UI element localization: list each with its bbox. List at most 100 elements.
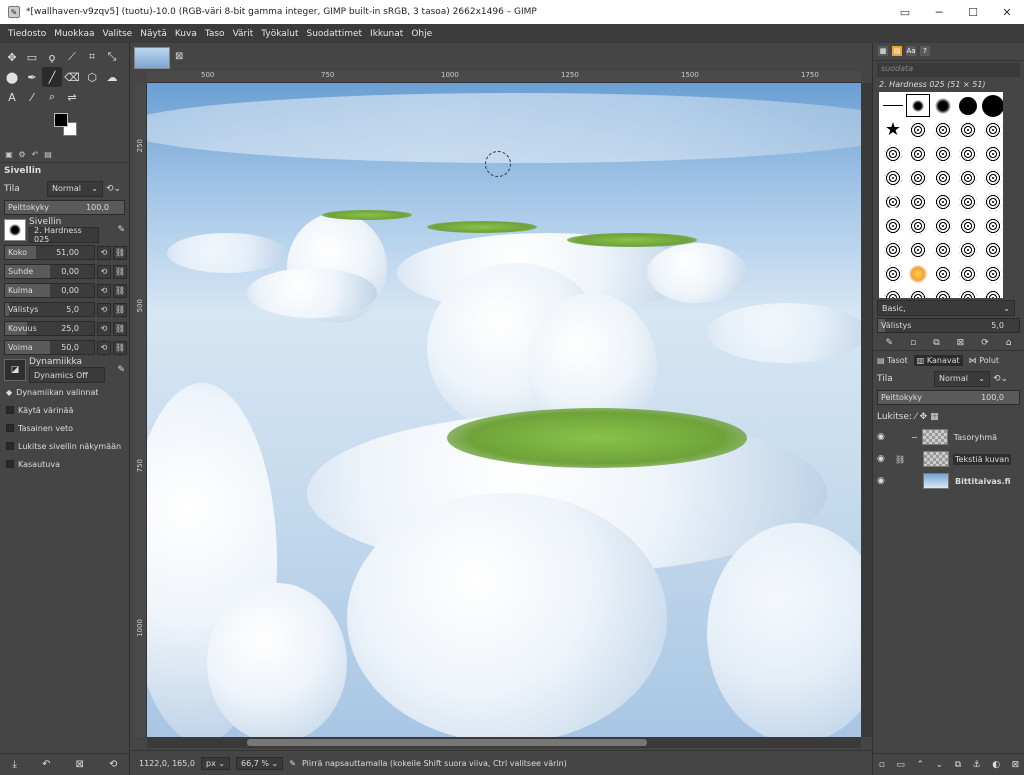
duplicate-brush-icon[interactable]: ⧉ [933,338,939,348]
lock-position-icon[interactable]: ✥ [920,412,928,422]
maximize-button[interactable]: ☐ [956,6,990,19]
brush-item[interactable]: ★ [881,118,905,141]
reset-aspect-icon[interactable]: ⟲ [97,264,111,279]
brush-item[interactable] [906,238,930,261]
edit-brush-icon[interactable]: ✎ [886,338,894,348]
fuzzy-select-tool-icon[interactable]: ⟋ [62,47,82,67]
refresh-brushes-icon[interactable]: ⟳ [981,338,989,348]
new-brush-icon[interactable]: ▫ [910,338,916,348]
device-status-tab-icon[interactable]: ⚙ [17,150,27,160]
transform-tool-icon[interactable]: ⤡ [102,47,122,67]
brush-item[interactable] [906,166,930,189]
crop-tool-icon[interactable]: ⌗ [82,47,102,67]
eraser-tool-icon[interactable]: ⌫ [62,67,82,87]
vertical-scrollbar[interactable] [861,83,872,737]
layer-opacity-slider[interactable]: Peittokyky 100,0 [877,390,1020,405]
opacity-slider[interactable]: Peittokyky 100,0 [4,200,125,215]
brush-item[interactable] [906,118,930,141]
incremental-checkbox-box[interactable] [6,460,14,468]
edit-dynamics-icon[interactable]: ✎ [117,365,125,375]
lock-brush-checkbox-box[interactable] [6,442,14,450]
menu-ikkunat[interactable]: Ikkunat [366,29,407,39]
brush-grid[interactable]: ★ [879,92,1003,298]
hardness-slider[interactable]: Kovuus 25,0 [4,321,95,336]
tab-channels[interactable]: ▥ Kanavat [913,354,963,366]
layer-link-icon[interactable]: ⛓ [895,455,907,464]
brush-item[interactable] [906,262,930,285]
tab-layers[interactable]: ▤ Tasot [877,356,908,365]
patterns-tab-icon[interactable]: ▤ [892,46,902,56]
reset-force-icon[interactable]: ⟲ [97,340,111,355]
measure-tool-icon[interactable]: ⇌ [62,87,82,107]
brush-item[interactable] [906,214,930,237]
collapse-group-icon[interactable]: − [911,433,918,442]
menu-tyokalut[interactable]: Työkalut [257,29,302,39]
brush-item[interactable] [906,190,930,213]
layer-row-text[interactable]: ◉ ⛓ Tekstiä kuvan [873,448,1024,470]
duplicate-layer-icon[interactable]: ⧉ [955,760,961,770]
aspect-slider[interactable]: Suhde 0,00 [4,264,95,279]
layer-name[interactable]: Bittitaivas.fi [953,476,1013,487]
lock-pixels-icon[interactable]: ⁄ [915,412,917,422]
smooth-stroke-checkbox-box[interactable] [6,424,14,432]
reset-options-icon[interactable]: ⟲ [109,759,117,770]
brush-item[interactable] [956,94,980,117]
layer-name[interactable]: Tasoryhmä [952,432,999,443]
reset-layer-mode-icon[interactable]: ⟲⌄ [993,374,1008,384]
brush-item[interactable] [881,238,905,261]
layer-row-background[interactable]: ◉ Bittitaivas.fi [873,470,1024,492]
brush-item[interactable] [981,118,1003,141]
layer-mode-select[interactable]: Normal ⌄ [934,370,990,387]
smudge-tool-icon[interactable]: ☁ [102,67,122,87]
brush-item[interactable] [906,142,930,165]
menu-valitse[interactable]: Valitse [98,29,136,39]
brush-item[interactable] [956,142,980,165]
unit-select[interactable]: px ⌄ [200,756,231,770]
minimize-button[interactable]: ─ [922,6,956,19]
brush-item[interactable] [931,214,955,237]
brushes-tab-icon[interactable]: ▦ [878,46,888,56]
warp-tool-icon[interactable]: ⬤ [2,67,22,87]
brush-item[interactable] [981,286,1003,298]
reset-angle-icon[interactable]: ⟲ [97,283,111,298]
menu-muokkaa[interactable]: Muokkaa [50,29,98,39]
brush-item[interactable] [931,286,955,298]
brush-item[interactable] [981,166,1003,189]
delete-options-icon[interactable]: ⊠ [76,759,84,770]
menu-kuva[interactable]: Kuva [171,29,201,39]
brush-item[interactable] [931,118,955,141]
jitter-checkbox[interactable]: Käytä värinää [0,401,129,419]
menu-taso[interactable]: Taso [201,29,229,39]
reset-spacing-icon[interactable]: ⟲ [97,302,111,317]
layer-name[interactable]: Tekstiä kuvan [953,453,1012,465]
link-hardness-icon[interactable]: ⛓ [113,321,127,336]
move-tool-icon[interactable]: ✥ [2,47,22,67]
brush-item[interactable] [931,190,955,213]
spacing-slider[interactable]: Välistys 5,0 [4,302,95,317]
brush-item[interactable] [956,286,980,298]
delete-layer-icon[interactable]: ⊠ [1012,760,1020,770]
brush-item[interactable] [981,142,1003,165]
layer-mask-icon[interactable]: ◐ [992,760,1000,770]
restore-layout-icon[interactable]: ▭ [888,6,922,19]
close-image-tab-icon[interactable]: ⊠ [175,51,183,62]
document-history-tab-icon[interactable]: ? [920,46,930,56]
menu-varit[interactable]: Värit [229,29,258,39]
angle-slider[interactable]: Kulma 0,00 [4,283,95,298]
brush-preset-select[interactable]: Basic, ⌄ [877,300,1015,316]
brush-item[interactable] [981,94,1003,117]
menu-suodattimet[interactable]: Suodattimet [303,29,367,39]
brush-item[interactable] [881,190,905,213]
lasso-tool-icon[interactable]: ϙ [42,47,62,67]
fonts-tab-icon[interactable]: Aa [906,46,916,56]
brush-item[interactable] [906,286,930,298]
visibility-eye-icon[interactable]: ◉ [877,454,891,464]
undo-history-tab-icon[interactable]: ↶ [30,150,40,160]
close-button[interactable]: ✕ [990,6,1024,19]
brush-item[interactable] [881,214,905,237]
lock-brush-checkbox[interactable]: Lukitse sivellin näkymään [0,437,129,455]
link-spacing-icon[interactable]: ⛓ [113,302,127,317]
link-size-icon[interactable]: ⛓ [113,245,127,260]
brush-item[interactable] [981,214,1003,237]
brush-name-field[interactable]: 2. Hardness 025 [29,226,99,244]
